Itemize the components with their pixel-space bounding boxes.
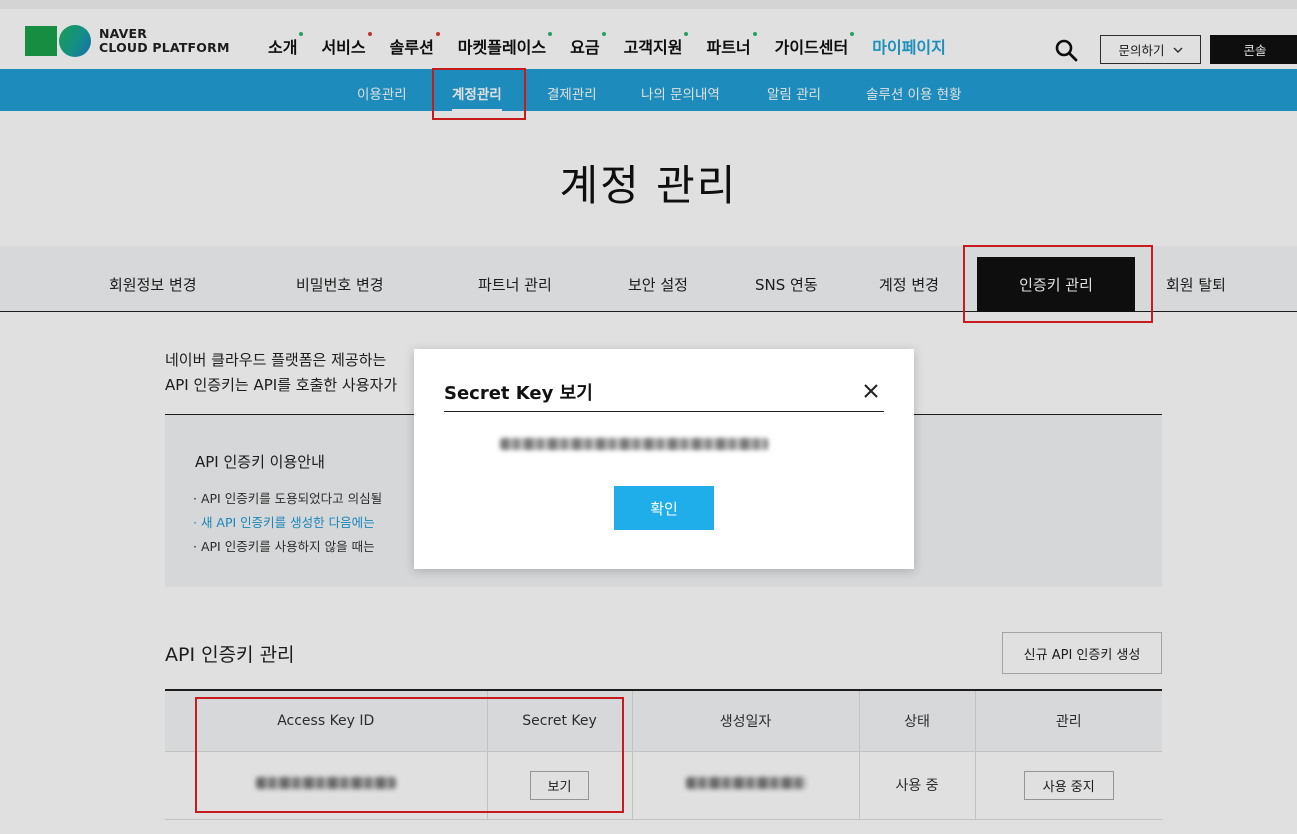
confirm-button[interactable]: 확인 [614, 486, 714, 530]
modal-divider [444, 411, 884, 412]
close-icon[interactable] [862, 382, 880, 400]
modal-title: Secret Key 보기 [444, 383, 593, 404]
secret-key-redacted [500, 438, 768, 450]
secret-key-value [500, 435, 768, 454]
secret-key-modal: Secret Key 보기 확인 [414, 349, 914, 569]
